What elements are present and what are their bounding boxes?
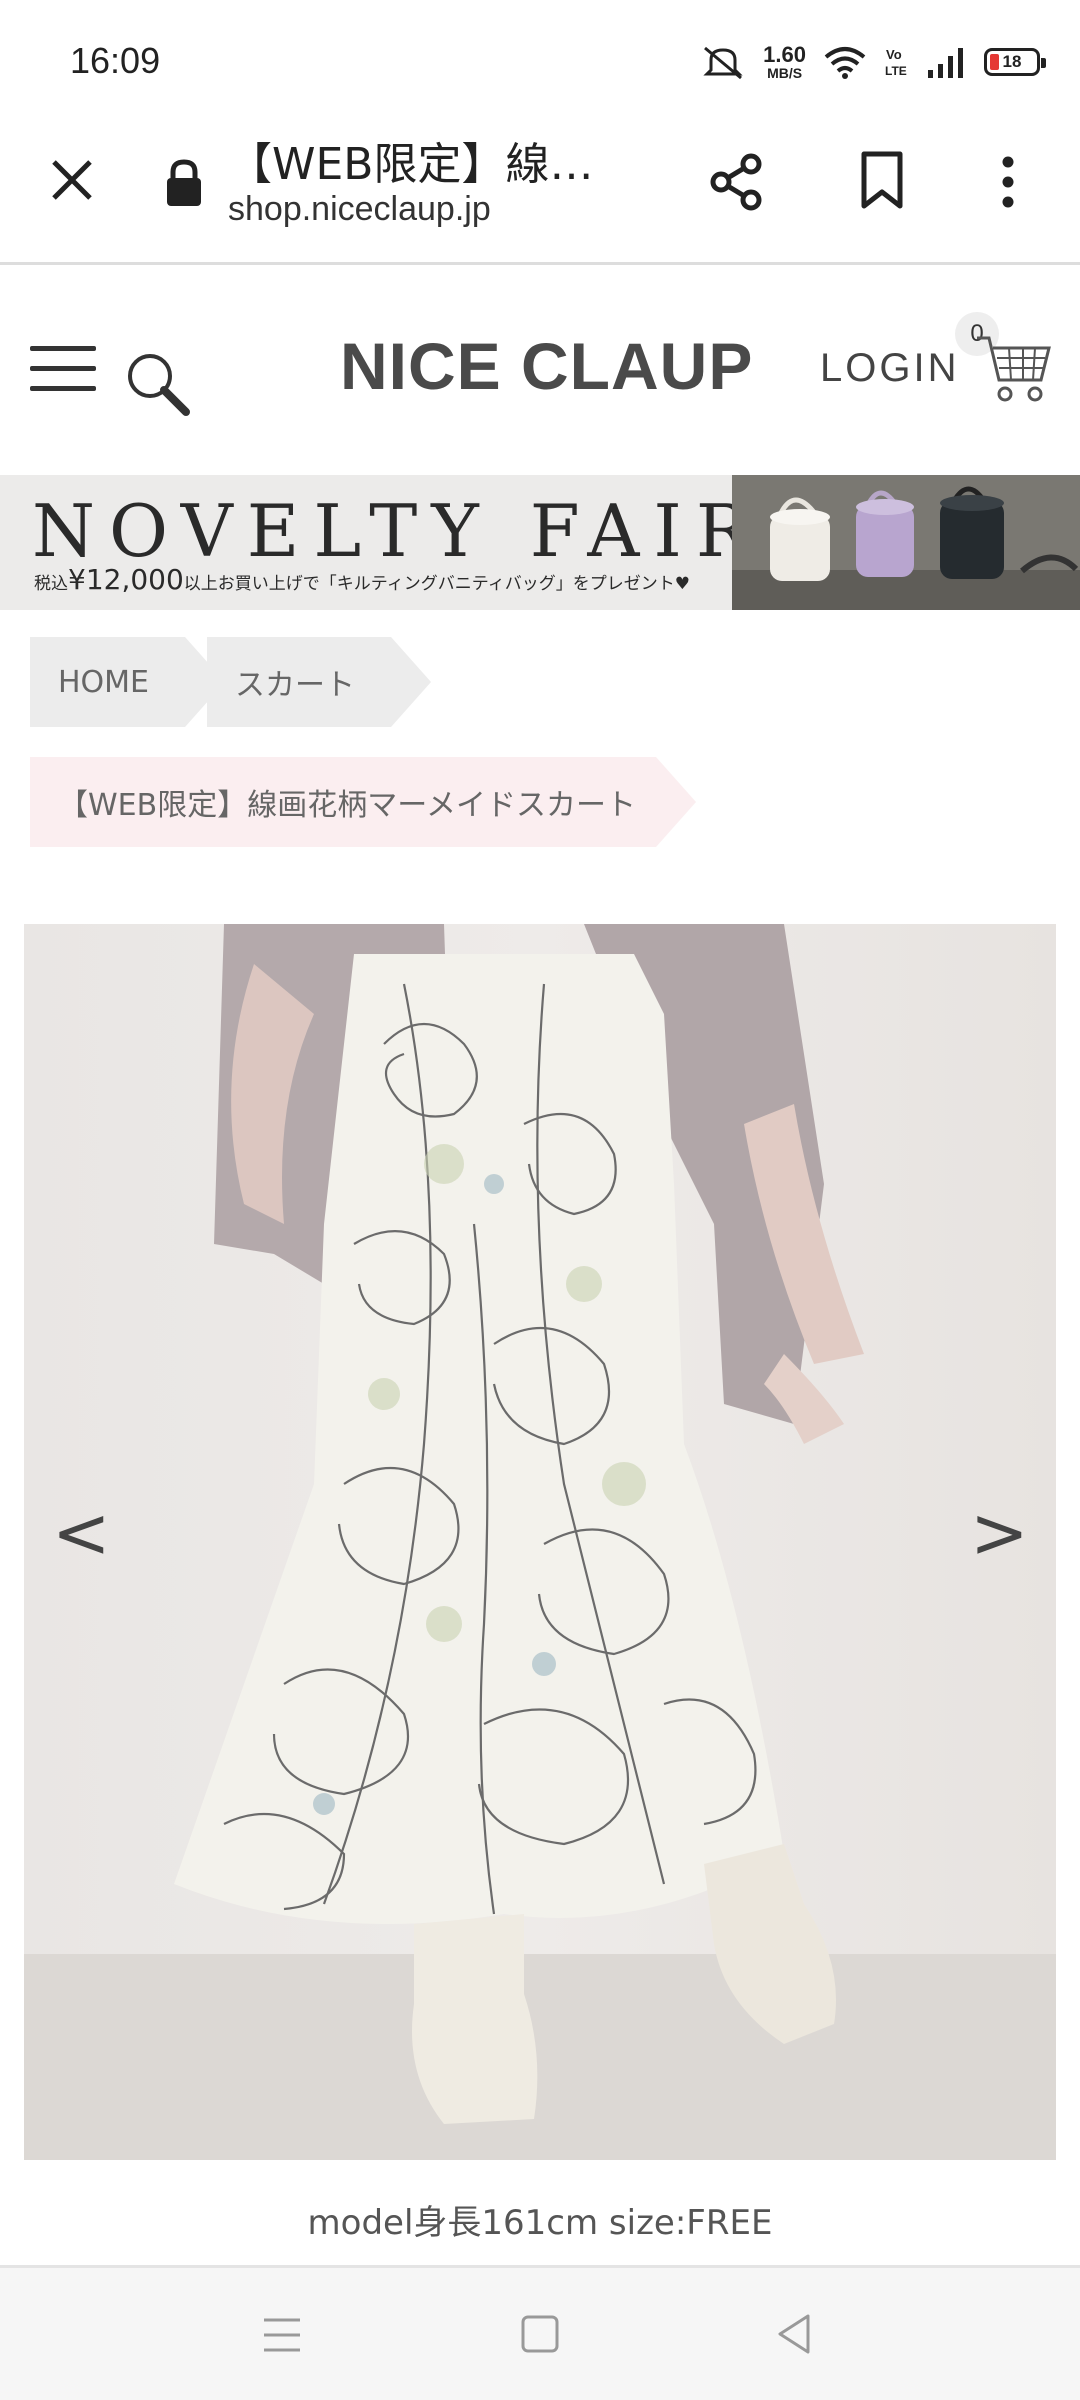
banner-subtitle: 税込¥12,000以上お買い上げで「キルティングバニティバッグ」をプレゼント♥: [34, 563, 690, 596]
home-icon[interactable]: [520, 2314, 560, 2354]
lock-icon[interactable]: [162, 158, 206, 208]
share-icon[interactable]: [705, 150, 769, 214]
prev-image-arrow[interactable]: <: [52, 1492, 111, 1574]
net-speed: 1.60 MB/S: [763, 42, 806, 81]
signal-icon: [928, 48, 963, 78]
banner-title: NOVELTY FAIR: [32, 489, 765, 573]
svg-text:LTE: LTE: [885, 64, 907, 78]
wifi-icon: [824, 47, 866, 79]
close-icon: [52, 160, 92, 200]
menu-icon[interactable]: [30, 346, 96, 394]
breadcrumb: HOME スカート: [30, 637, 432, 727]
breadcrumb-home[interactable]: HOME: [30, 637, 226, 727]
browser-toolbar: 【WEB限定】線… shop.niceclaup.jp: [0, 120, 1080, 265]
status-bar: 16:09 1.60 MB/S Vo LTE 18: [0, 0, 1080, 120]
volte-icon: Vo LTE: [885, 47, 907, 78]
site-header: NICE CLAUP LOGIN 0: [0, 268, 1080, 473]
url-text[interactable]: shop.niceclaup.jp: [228, 190, 491, 229]
tab-title[interactable]: 【WEB限定】線…: [228, 128, 628, 192]
breadcrumb-current: 【WEB限定】線画花柄マーメイドスカート: [30, 757, 696, 847]
svg-text:Vo: Vo: [886, 47, 902, 62]
more-vert-icon[interactable]: [988, 150, 1028, 214]
search-icon[interactable]: [122, 348, 192, 418]
novelty-fair-banner[interactable]: NOVELTY FAIR 税込¥12,000以上お買い上げで「キルティングバニテ…: [0, 475, 1080, 610]
battery-icon: 18: [984, 48, 1046, 76]
status-icons: 1.60 MB/S Vo LTE 18: [701, 42, 1046, 82]
product-image[interactable]: [24, 924, 1056, 2160]
banner-photo: [732, 475, 1080, 610]
cart-icon[interactable]: [975, 324, 1055, 408]
mute-icon: [703, 46, 743, 80]
system-nav-bar: [0, 2265, 1080, 2400]
site-logo[interactable]: NICE CLAUP: [340, 328, 753, 404]
close-tab-button[interactable]: [42, 150, 102, 210]
login-link[interactable]: LOGIN: [820, 346, 959, 391]
model-caption: model身長161cm size:FREE: [307, 2203, 773, 2243]
back-icon[interactable]: [774, 2312, 814, 2356]
status-time: 16:09: [70, 40, 161, 81]
bookmark-icon[interactable]: [852, 148, 912, 212]
recents-icon[interactable]: [262, 2316, 302, 2354]
next-image-arrow[interactable]: >: [970, 1492, 1029, 1574]
breadcrumb-skirt[interactable]: スカート: [207, 637, 432, 727]
